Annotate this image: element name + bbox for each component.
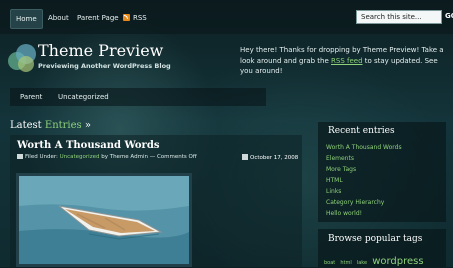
recent-entry-link[interactable]: HTML (326, 177, 343, 184)
category-parent[interactable]: Parent (15, 88, 47, 106)
tag-link[interactable]: boat (324, 260, 335, 266)
nav-about[interactable]: About (43, 9, 74, 27)
post-category-link[interactable]: Uncategorized (60, 154, 100, 160)
recent-entry-link[interactable]: Hello world! (326, 210, 362, 217)
tag-link[interactable]: lake (357, 260, 367, 266)
meta-separator: — (149, 154, 156, 160)
post-date: October 17, 2008 (242, 154, 298, 161)
category-uncategorized[interactable]: Uncategorized (53, 88, 114, 106)
recent-entry-link[interactable]: Links (326, 188, 341, 195)
folder-icon (17, 154, 23, 159)
site-title[interactable]: Theme Preview (38, 41, 163, 60)
recent-entries-heading: Recent entries (328, 126, 395, 136)
search-input[interactable]: Search this site... (356, 10, 442, 24)
post-comments: Comments Off (156, 154, 197, 160)
welcome-message: Hey there! Thanks for dropping by Theme … (240, 45, 446, 77)
post-image (16, 173, 192, 267)
recent-entry-link[interactable]: More Tags (326, 166, 356, 173)
recent-entries-widget: Recent entries Worth A Thousand Words El… (318, 122, 446, 222)
rss-icon (123, 14, 130, 21)
latest-arrow: » (84, 120, 91, 131)
nav-home[interactable]: Home (10, 9, 43, 29)
recent-entry-link[interactable]: Elements (326, 155, 354, 162)
post-meta: Filed Under: Uncategorized by Theme Admi… (17, 154, 197, 160)
logo-circle (18, 56, 34, 72)
nav-rss[interactable]: RSS (118, 9, 152, 27)
nav-parent-page[interactable]: Parent Page (72, 9, 124, 27)
post: Worth A Thousand Words Filed Under: Unca… (10, 135, 302, 267)
popular-tags-heading: Browse popular tags (328, 234, 423, 244)
search-go-button[interactable]: GO (445, 12, 453, 20)
calendar-icon (242, 154, 248, 160)
rss-feed-link[interactable]: RSS feed (331, 57, 363, 65)
filed-under-label: Filed Under: (25, 154, 58, 160)
latest-entries-heading: Latest Entries » (10, 120, 91, 131)
latest-accent: Entries (44, 120, 82, 131)
tag-cloud: boat html lake wordpress (324, 249, 424, 268)
tag-link[interactable]: wordpress (372, 256, 423, 267)
boat-photo (19, 176, 189, 264)
popular-tags-widget: Browse popular tags boat html lake wordp… (318, 229, 446, 267)
nav-rss-label: RSS (133, 14, 147, 22)
post-title[interactable]: Worth A Thousand Words (17, 140, 159, 151)
top-nav-bar: Home About Parent Page RSS Search this s… (0, 0, 453, 34)
post-author: by Theme Admin (101, 154, 148, 160)
recent-entry-link[interactable]: Worth A Thousand Words (326, 144, 402, 151)
recent-entry-link[interactable]: Category Hierarchy (326, 199, 384, 206)
site-logo[interactable] (8, 44, 38, 74)
tag-link[interactable]: html (340, 260, 351, 266)
post-date-label: October 17, 2008 (250, 155, 299, 161)
category-nav: Parent Uncategorized (10, 88, 266, 106)
site-tagline: Previewing Another WordPress Blog (38, 62, 171, 70)
latest-label: Latest (10, 120, 42, 131)
